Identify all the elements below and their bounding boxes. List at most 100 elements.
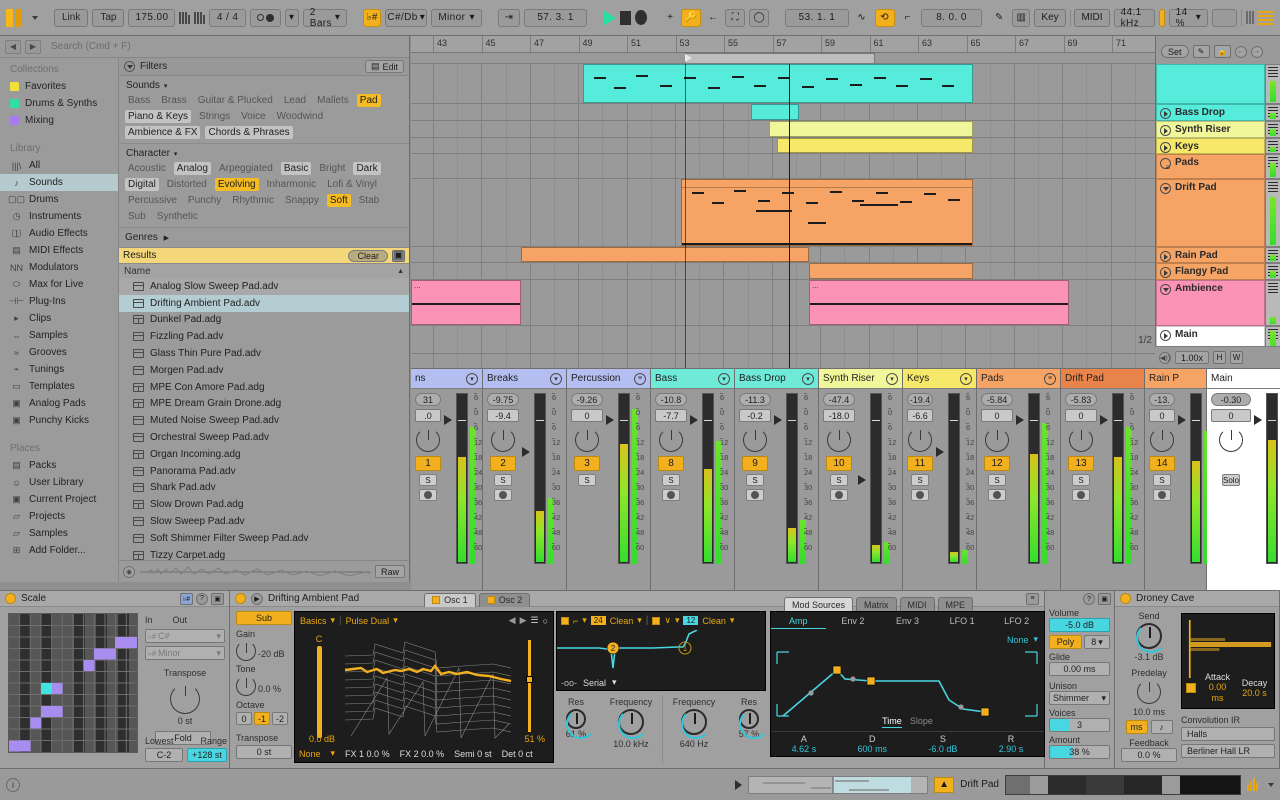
- play-icon[interactable]: [1160, 125, 1171, 136]
- mod-subtab-lfo-2[interactable]: LFO 2: [989, 614, 1044, 629]
- mod-target-select[interactable]: None: [1007, 635, 1029, 645]
- metronome-bars-icon[interactable]: [179, 11, 191, 24]
- arrangement-track-row[interactable]: [411, 138, 1155, 154]
- freq1-knob[interactable]: [618, 709, 648, 739]
- track-name-box[interactable]: Ambience: [1156, 280, 1265, 326]
- result-item[interactable]: Soft Shimmer Filter Sweep Pad.adv: [119, 530, 409, 547]
- speaker-icon[interactable]: ◀)): [1159, 351, 1171, 364]
- metronome-button[interactable]: [249, 8, 281, 27]
- arrangement-tracks[interactable]: ......: [411, 64, 1155, 368]
- arrangement-track-row[interactable]: [411, 326, 1155, 354]
- send-knob[interactable]: [575, 428, 599, 452]
- help-icon[interactable]: ?: [196, 592, 208, 605]
- track-name-box[interactable]: [1156, 64, 1265, 104]
- record-arm-button[interactable]: [911, 489, 929, 501]
- places-item-add-folder-[interactable]: ⊞ Add Folder...: [0, 542, 118, 559]
- sidebar-item-punchy-kicks[interactable]: ▣ Punchy Kicks: [0, 412, 118, 429]
- send-knob[interactable]: [827, 428, 851, 452]
- height-button[interactable]: H: [1213, 351, 1227, 364]
- track-header-synth-riser[interactable]: Synth Riser: [1156, 121, 1280, 138]
- pan-value[interactable]: -9.26: [571, 393, 603, 406]
- osc-next-icon[interactable]: ▶: [520, 615, 527, 626]
- filter1-enable-icon[interactable]: [561, 616, 569, 625]
- sidebar-item-max-for-live[interactable]: ⬭ Max for Live: [0, 276, 118, 293]
- slope-tab[interactable]: Slope: [910, 716, 933, 728]
- record-arm-button[interactable]: [1072, 489, 1090, 501]
- device-power-icon[interactable]: [1120, 593, 1131, 604]
- midi-map-button[interactable]: MIDI: [1074, 8, 1110, 27]
- chevron-down-icon[interactable]: ▾: [802, 372, 814, 385]
- list-icon[interactable]: ≡: [634, 372, 646, 385]
- mixer-strip-breaks[interactable]: Breaks ▾ -9.75 -9.4 2 S 6 0 6 12 18 24 30 36 42 48 60: [483, 369, 567, 590]
- osc-shape-caret[interactable]: ▾: [393, 615, 398, 626]
- osc-shape-select[interactable]: Pulse Dual: [346, 616, 390, 626]
- transpose-knob[interactable]: [170, 684, 200, 714]
- osc-list-icon[interactable]: ☰: [530, 615, 538, 626]
- track-name-box[interactable]: Bass Drop: [1156, 104, 1265, 121]
- gain-knob[interactable]: [236, 641, 256, 661]
- pan-value[interactable]: -10.8: [655, 393, 687, 406]
- device-chain-overview[interactable]: [1005, 774, 1241, 795]
- midi-icon[interactable]: ♭#: [180, 592, 193, 605]
- volume-fader[interactable]: [1016, 415, 1024, 425]
- track-number[interactable]: 2: [490, 456, 516, 471]
- play-icon[interactable]: [1160, 267, 1171, 278]
- record-arm-button[interactable]: [830, 489, 848, 501]
- tab-matrix[interactable]: Matrix: [856, 597, 897, 611]
- track-number[interactable]: 13: [1068, 456, 1094, 471]
- solo-button[interactable]: S: [830, 474, 848, 486]
- tempo-field[interactable]: 175.00: [128, 8, 176, 27]
- metronome-dropdown[interactable]: ▾: [284, 8, 299, 27]
- track-header-pads[interactable]: Pads: [1156, 154, 1280, 179]
- mixer-strip-ns[interactable]: ns ▾ 31.0 1 S 6 0 6 12 18 24 30 36 42 48 60: [411, 369, 483, 590]
- new-clip-button[interactable]: +: [663, 9, 677, 27]
- tab-osc-2[interactable]: Osc 2: [478, 592, 531, 607]
- track-name-box[interactable]: Keys: [1156, 138, 1265, 154]
- result-item[interactable]: Shark Pad.adv: [119, 480, 409, 497]
- mod-subtab-env-3[interactable]: Env 3: [880, 614, 935, 629]
- loop-region[interactable]: [685, 53, 875, 63]
- record-arm-button[interactable]: [662, 489, 680, 501]
- volume-fader[interactable]: [444, 415, 452, 425]
- track-number[interactable]: 1: [415, 456, 441, 471]
- fx1-value[interactable]: FX 1 0.0 %: [345, 749, 390, 759]
- track-header-keys[interactable]: Keys: [1156, 138, 1280, 154]
- send-knob[interactable]: [1150, 428, 1174, 452]
- volume-value[interactable]: -9.4: [487, 409, 519, 422]
- sidebar-item-drums[interactable]: ▢▢ Drums: [0, 191, 118, 208]
- record-button[interactable]: [635, 10, 648, 25]
- tab-mpe[interactable]: MPE: [937, 597, 974, 611]
- chevron-down-icon[interactable]: ▾: [718, 372, 730, 385]
- volume-fader[interactable]: [522, 447, 530, 457]
- sidebar-item-midi-effects[interactable]: ▤ MIDI Effects: [0, 242, 118, 259]
- mixer-strip-pads[interactable]: Pads ≡ -5.84 0 12 S 6 0 6 12 18 24 30 36 42 48 60: [977, 369, 1061, 590]
- re-enable-automation-button[interactable]: ←: [705, 9, 721, 27]
- osc-group-caret[interactable]: ▾: [331, 615, 336, 626]
- mixer-track-header[interactable]: Bass Drop ▾: [735, 369, 818, 389]
- list-icon[interactable]: [1160, 158, 1171, 169]
- places-item-user-library[interactable]: ☺ User Library: [0, 474, 118, 491]
- collection-item-1[interactable]: Drums & Synths: [0, 95, 118, 112]
- track-number[interactable]: 3: [574, 456, 600, 471]
- arrangement-clip[interactable]: ...: [411, 280, 521, 325]
- octave-minus1[interactable]: -1: [254, 712, 270, 725]
- arrangement-track-row[interactable]: [411, 179, 1155, 247]
- result-item[interactable]: Glass Thin Pure Pad.adv: [119, 345, 409, 362]
- tab-midi[interactable]: MIDI: [899, 597, 935, 611]
- session-record-button[interactable]: ◯: [749, 8, 770, 27]
- key-root-select[interactable]: C#/Db ▾: [385, 8, 428, 27]
- key-map-button[interactable]: Key: [1034, 8, 1066, 27]
- track-header-unnamed[interactable]: [1156, 64, 1280, 104]
- record-arm-button[interactable]: [988, 489, 1006, 501]
- track-number[interactable]: 14: [1149, 456, 1175, 471]
- volume-value[interactable]: 0: [571, 409, 603, 422]
- res2-knob[interactable]: [739, 709, 769, 739]
- detune-value[interactable]: Det 0 ct: [502, 749, 533, 759]
- filter1-mode-caret[interactable]: ▾: [637, 615, 642, 626]
- ir-decay-value[interactable]: 20.0 s: [1242, 688, 1267, 698]
- mixer-track-header[interactable]: Bass ▾: [651, 369, 734, 389]
- sustain-value[interactable]: -6.0 dB: [928, 744, 957, 754]
- link-button[interactable]: Link: [53, 8, 89, 27]
- info-icon[interactable]: i: [6, 777, 20, 792]
- filter1-mode[interactable]: Clean: [610, 616, 634, 626]
